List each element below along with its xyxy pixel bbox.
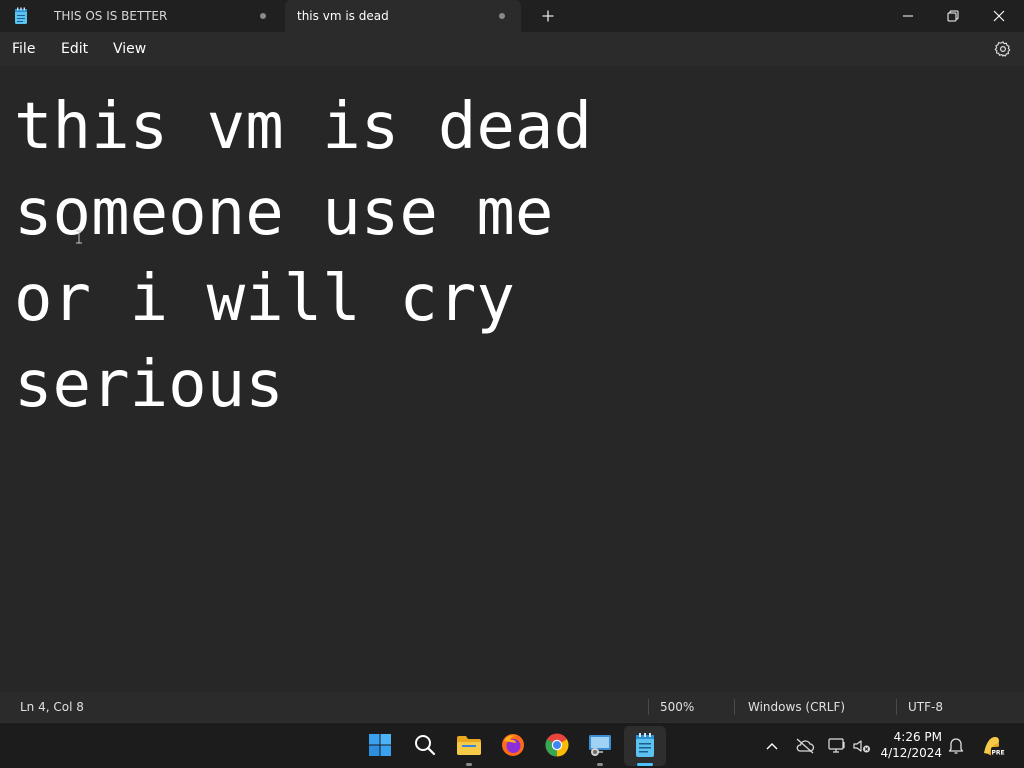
zoom-level: 500%: [660, 700, 695, 714]
menu-file[interactable]: File: [12, 41, 35, 57]
preview-build-badge[interactable]: PRE: [980, 733, 1006, 759]
search-button[interactable]: [411, 731, 439, 759]
status-divider: [734, 699, 735, 715]
tab-label: THIS OS IS BETTER: [54, 9, 168, 23]
close-button[interactable]: [976, 0, 1022, 32]
taskbar-remote-desktop[interactable]: [586, 731, 614, 759]
line-ending: Windows (CRLF): [748, 700, 846, 714]
windows-start-icon: [369, 734, 391, 756]
cloud-offline-icon: [796, 738, 815, 754]
minimize-button[interactable]: [885, 0, 931, 32]
tab-this-vm-is-dead[interactable]: this vm is dead: [285, 0, 521, 32]
system-clock[interactable]: 4:26 PM 4/12/2024: [880, 729, 942, 761]
notepad-app-icon: [15, 7, 27, 24]
menu-edit[interactable]: Edit: [61, 41, 88, 57]
editor-line: or i will cry: [14, 262, 515, 336]
minimize-icon: [903, 15, 913, 17]
title-bar: THIS OS IS BETTER this vm is dead: [0, 0, 1024, 32]
restore-icon: [947, 10, 959, 22]
unsaved-dot-icon[interactable]: [499, 13, 505, 19]
notifications-button[interactable]: [946, 736, 966, 756]
start-button[interactable]: [366, 731, 394, 759]
new-tab-plus-icon[interactable]: [538, 6, 558, 26]
text-cursor-icon: [76, 230, 82, 244]
text-editor[interactable]: this vm is dead someone use me or i will…: [0, 66, 1024, 692]
chevron-up-icon: [766, 743, 778, 750]
restore-button[interactable]: [930, 0, 976, 32]
taskbar-firefox[interactable]: [499, 731, 527, 759]
notepad-icon: [636, 733, 654, 757]
search-icon: [415, 735, 436, 756]
status-divider: [896, 699, 897, 715]
cursor-position: Ln 4, Col 8: [20, 700, 84, 714]
unsaved-dot-icon[interactable]: [260, 13, 266, 19]
taskbar: 4:26 PM 4/12/2024 PRE: [0, 722, 1024, 768]
active-indicator: [637, 763, 653, 766]
show-hidden-icons-button[interactable]: [762, 736, 782, 756]
tab-label: this vm is dead: [297, 9, 389, 23]
status-bar: Ln 4, Col 8 500% Windows (CRLF) UTF-8: [0, 692, 1024, 722]
editor-line: this vm is dead: [14, 90, 592, 164]
preview-badge-text: PRE: [991, 750, 1004, 757]
running-indicator: [466, 763, 472, 766]
onedrive-status[interactable]: [795, 736, 815, 756]
volume-status[interactable]: [852, 736, 872, 756]
taskbar-chrome[interactable]: [543, 731, 571, 759]
menu-view[interactable]: View: [113, 41, 146, 57]
clock-time: 4:26 PM: [893, 730, 942, 744]
bell-icon: [948, 738, 964, 754]
editor-line: serious: [14, 348, 284, 422]
status-divider: [648, 699, 649, 715]
file-explorer-icon: [457, 736, 481, 755]
clock-date: 4/12/2024: [880, 746, 942, 760]
firefox-icon: [502, 734, 524, 756]
running-indicator: [597, 763, 603, 766]
editor-line: someone use me: [14, 176, 554, 250]
close-icon: [993, 10, 1005, 22]
network-monitor-icon: [828, 738, 845, 753]
taskbar-file-explorer[interactable]: [455, 731, 483, 759]
copilot-preview-icon: PRE: [984, 737, 1005, 757]
settings-gear-icon[interactable]: [994, 40, 1012, 58]
encoding: UTF-8: [908, 700, 943, 714]
remote-desktop-icon: [589, 735, 611, 756]
speaker-muted-icon: [853, 740, 870, 753]
chrome-icon: [545, 733, 569, 757]
network-status[interactable]: [827, 736, 847, 756]
menu-bar: File Edit View: [0, 32, 1024, 66]
taskbar-notepad[interactable]: [631, 731, 659, 759]
tab-this-os-is-better[interactable]: THIS OS IS BETTER: [42, 0, 282, 32]
